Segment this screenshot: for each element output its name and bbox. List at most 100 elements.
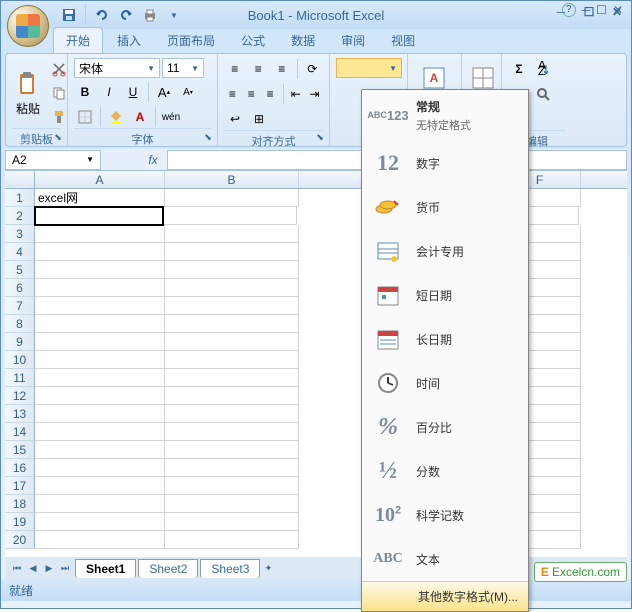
cell[interactable] <box>165 297 299 315</box>
decrease-indent-button[interactable]: ⇤ <box>287 83 304 105</box>
cell[interactable] <box>165 369 299 387</box>
row-header[interactable]: 10 <box>5 351 35 369</box>
cell[interactable] <box>35 441 165 459</box>
underline-button[interactable]: U <box>122 81 144 103</box>
cell[interactable] <box>35 459 165 477</box>
cell[interactable] <box>35 369 165 387</box>
sheet-tab-2[interactable]: Sheet2 <box>138 559 198 578</box>
cell[interactable] <box>165 405 299 423</box>
sheet-nav-first[interactable]: ⏮ <box>9 560 25 576</box>
format-option[interactable]: 长日期 <box>362 317 528 361</box>
cell[interactable] <box>35 513 165 531</box>
mdi-minimize-button[interactable]: ─ <box>582 3 591 17</box>
sheet-tab-3[interactable]: Sheet3 <box>200 559 260 578</box>
mdi-close-button[interactable]: ✕ <box>613 3 623 17</box>
save-button[interactable] <box>59 5 79 25</box>
font-size-combo[interactable]: 11▼ <box>162 58 204 78</box>
align-top-button[interactable]: ≡ <box>224 58 246 80</box>
cell[interactable]: excel网 <box>35 189 165 207</box>
align-launcher[interactable]: ⬊ <box>313 130 327 144</box>
row-header[interactable]: 19 <box>5 513 35 531</box>
cell[interactable] <box>35 243 165 261</box>
cell[interactable] <box>35 477 165 495</box>
cell[interactable] <box>35 279 165 297</box>
cell[interactable] <box>35 315 165 333</box>
row-header[interactable]: 11 <box>5 369 35 387</box>
cell[interactable] <box>35 405 165 423</box>
orientation-button[interactable]: ⟳ <box>301 58 323 80</box>
row-header[interactable]: 17 <box>5 477 35 495</box>
office-button[interactable] <box>7 5 49 47</box>
row-header[interactable]: 3 <box>5 225 35 243</box>
format-option[interactable]: 货币 <box>362 185 528 229</box>
cell[interactable] <box>165 225 299 243</box>
format-general[interactable]: ABC123 常规无特定格式 <box>362 90 528 141</box>
row-header[interactable]: 13 <box>5 405 35 423</box>
cell[interactable] <box>35 261 165 279</box>
format-option[interactable]: ½分数 <box>362 449 528 493</box>
copy-button[interactable] <box>48 82 70 104</box>
cell[interactable] <box>165 513 299 531</box>
row-header[interactable]: 6 <box>5 279 35 297</box>
cell[interactable] <box>165 459 299 477</box>
format-option[interactable]: 会计专用 <box>362 229 528 273</box>
cell[interactable] <box>165 243 299 261</box>
sheet-nav-last[interactable]: ⏭ <box>57 560 73 576</box>
sheet-nav-prev[interactable]: ◀ <box>25 560 41 576</box>
tab-formulas[interactable]: 公式 <box>229 28 277 53</box>
autosum-button[interactable]: Σ <box>508 58 530 80</box>
phonetic-button[interactable]: wén <box>160 106 182 128</box>
redo-button[interactable] <box>116 5 136 25</box>
cell[interactable] <box>35 351 165 369</box>
cell[interactable] <box>165 261 299 279</box>
row-header[interactable]: 2 <box>5 207 35 225</box>
shrink-font-button[interactable]: A▾ <box>177 81 199 103</box>
sheet-nav-next[interactable]: ▶ <box>41 560 57 576</box>
row-header[interactable]: 15 <box>5 441 35 459</box>
cell[interactable] <box>165 495 299 513</box>
select-all-corner[interactable] <box>5 171 35 188</box>
cell[interactable] <box>165 279 299 297</box>
worksheet-grid[interactable]: A B F 1excel网234567891011121314151617181… <box>5 171 627 557</box>
format-option[interactable]: ABC文本 <box>362 537 528 581</box>
align-bottom-button[interactable]: ≡ <box>271 58 293 80</box>
merge-center-button[interactable]: ⊞ <box>248 108 270 130</box>
cell[interactable] <box>163 207 297 225</box>
col-header-b[interactable]: B <box>165 171 299 188</box>
cell[interactable] <box>35 531 165 549</box>
cell[interactable] <box>35 423 165 441</box>
tab-view[interactable]: 视图 <box>379 28 427 53</box>
row-header[interactable]: 7 <box>5 297 35 315</box>
increase-indent-button[interactable]: ⇥ <box>306 83 323 105</box>
tab-data[interactable]: 数据 <box>279 28 327 53</box>
format-option[interactable]: 短日期 <box>362 273 528 317</box>
row-header[interactable]: 20 <box>5 531 35 549</box>
more-formats-button[interactable]: 其他数字格式(M)... <box>362 581 528 611</box>
undo-button[interactable] <box>92 5 112 25</box>
cell[interactable] <box>35 495 165 513</box>
format-painter-button[interactable] <box>48 106 70 128</box>
cell[interactable] <box>34 206 164 226</box>
sort-filter-button[interactable]: AZ <box>532 58 554 80</box>
cell[interactable] <box>35 333 165 351</box>
cell[interactable] <box>165 441 299 459</box>
name-box[interactable]: A2▼ <box>5 150 101 170</box>
new-sheet-button[interactable]: ✦ <box>260 560 276 576</box>
row-header[interactable]: 8 <box>5 315 35 333</box>
align-middle-button[interactable]: ≡ <box>248 58 270 80</box>
cut-button[interactable] <box>48 58 70 80</box>
align-right-button[interactable]: ≡ <box>262 83 279 105</box>
row-header[interactable]: 12 <box>5 387 35 405</box>
cell[interactable] <box>165 315 299 333</box>
fx-button[interactable]: fx <box>141 150 165 170</box>
paste-button[interactable]: 粘贴 <box>12 58 44 128</box>
format-option[interactable]: 时间 <box>362 361 528 405</box>
tab-review[interactable]: 审阅 <box>329 28 377 53</box>
qat-customize-button[interactable]: ▼ <box>164 5 184 25</box>
align-left-button[interactable]: ≡ <box>224 83 241 105</box>
grow-font-button[interactable]: A▴ <box>153 81 175 103</box>
row-header[interactable]: 4 <box>5 243 35 261</box>
fill-color-button[interactable] <box>105 106 127 128</box>
tab-page-layout[interactable]: 页面布局 <box>155 28 227 53</box>
align-center-button[interactable]: ≡ <box>243 83 260 105</box>
